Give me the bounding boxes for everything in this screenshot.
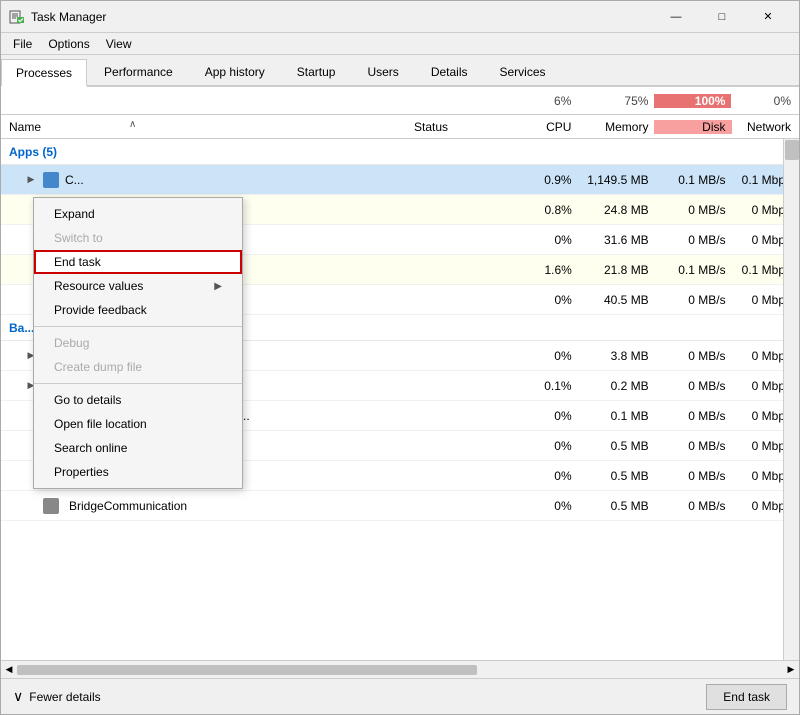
submenu-arrow: ▶ [214,281,222,292]
main-content: 6% 75% 100% 0% ∧ Name Status CPU Memory … [1,87,799,678]
ctx-separator-2 [34,383,242,384]
background-label: Ba... [9,321,34,335]
fewer-details-button[interactable]: ∨ Fewer details [13,688,101,705]
memory-percent: 75% [577,94,654,108]
title-bar: Task Manager — □ ✕ [1,1,799,33]
tab-processes[interactable]: Processes [1,59,87,87]
app-icon [9,9,25,25]
tab-users[interactable]: Users [352,57,413,85]
minimize-button[interactable]: — [653,1,699,33]
col-header-disk[interactable]: Disk [654,120,731,134]
title-bar-controls: — □ ✕ [653,1,791,33]
col-header-cpu[interactable]: CPU [510,120,577,134]
expand-icon: ▶ [25,174,37,186]
table-body: Apps (5) ▶ C... 0.9% 1,149.5 MB 0.1 MB/s… [1,139,799,660]
status-bar: ∨ Fewer details End task [1,678,799,714]
end-task-button[interactable]: End task [706,684,787,710]
task-manager-window: Task Manager — □ ✕ File Options View Pro… [0,0,800,715]
col-header-memory[interactable]: Memory [577,120,654,134]
column-headers: ∧ Name Status CPU Memory Disk Network [1,115,799,139]
ctx-search-online[interactable]: Search online [34,436,242,460]
ctx-go-to-details[interactable]: Go to details [34,388,242,412]
scroll-left-btn[interactable]: ◀ [1,661,17,679]
menu-file[interactable]: File [5,33,40,54]
ctx-switch-to: Switch to [34,226,242,250]
tab-services[interactable]: Services [485,57,561,85]
scrollbar-thumb[interactable] [785,140,799,160]
ctx-provide-feedback[interactable]: Provide feedback [34,298,242,322]
tabs-bar: Processes Performance App history Startu… [1,55,799,87]
ctx-debug: Debug [34,331,242,355]
ctx-end-task[interactable]: End task [34,250,242,274]
row-name-app1: ▶ C... [1,172,414,188]
scroll-thumb[interactable] [17,665,477,675]
menu-view[interactable]: View [98,33,140,54]
col-header-status[interactable]: Status [414,120,510,134]
disk-percent: 100% [654,94,731,108]
col-header-network[interactable]: Network [732,120,800,134]
maximize-button[interactable]: □ [699,1,745,33]
title-bar-text: Task Manager [31,10,653,24]
ctx-expand[interactable]: Expand [34,202,242,226]
scroll-right-btn[interactable]: ▶ [783,661,799,679]
tab-startup[interactable]: Startup [282,57,351,85]
ctx-create-dump: Create dump file [34,355,242,379]
vertical-scrollbar[interactable] [783,139,799,660]
ctx-properties[interactable]: Properties [34,460,242,484]
tab-details[interactable]: Details [416,57,483,85]
chevron-down-icon: ∨ [13,688,23,705]
ctx-separator-1 [34,326,242,327]
context-menu: Expand Switch to End task Resource value… [33,197,243,489]
scroll-track[interactable] [17,663,783,677]
network-percent: 0% [731,94,799,108]
table-row[interactable]: ▶ C... 0.9% 1,149.5 MB 0.1 MB/s 0.1 Mbps [1,165,799,195]
close-button[interactable]: ✕ [745,1,791,33]
tab-app-history[interactable]: App history [190,57,280,85]
ctx-resource-values[interactable]: Resource values ▶ [34,274,242,298]
tab-performance[interactable]: Performance [89,57,188,85]
section-apps: Apps (5) [1,139,799,165]
app-icon-app1 [43,172,59,188]
menu-options[interactable]: Options [40,33,97,54]
horizontal-scrollbar[interactable]: ◀ ▶ [1,660,799,678]
menu-bar: File Options View [1,33,799,55]
ctx-open-file-location[interactable]: Open file location [34,412,242,436]
sort-arrow: ∧ [129,119,136,130]
value-headers: 6% 75% 100% 0% [1,87,799,115]
cpu-percent: 6% [510,94,577,108]
table-row[interactable]: BridgeCommunication 0% 0.5 MB 0 MB/s 0 M… [1,491,799,521]
col-header-name[interactable]: Name [1,120,414,134]
